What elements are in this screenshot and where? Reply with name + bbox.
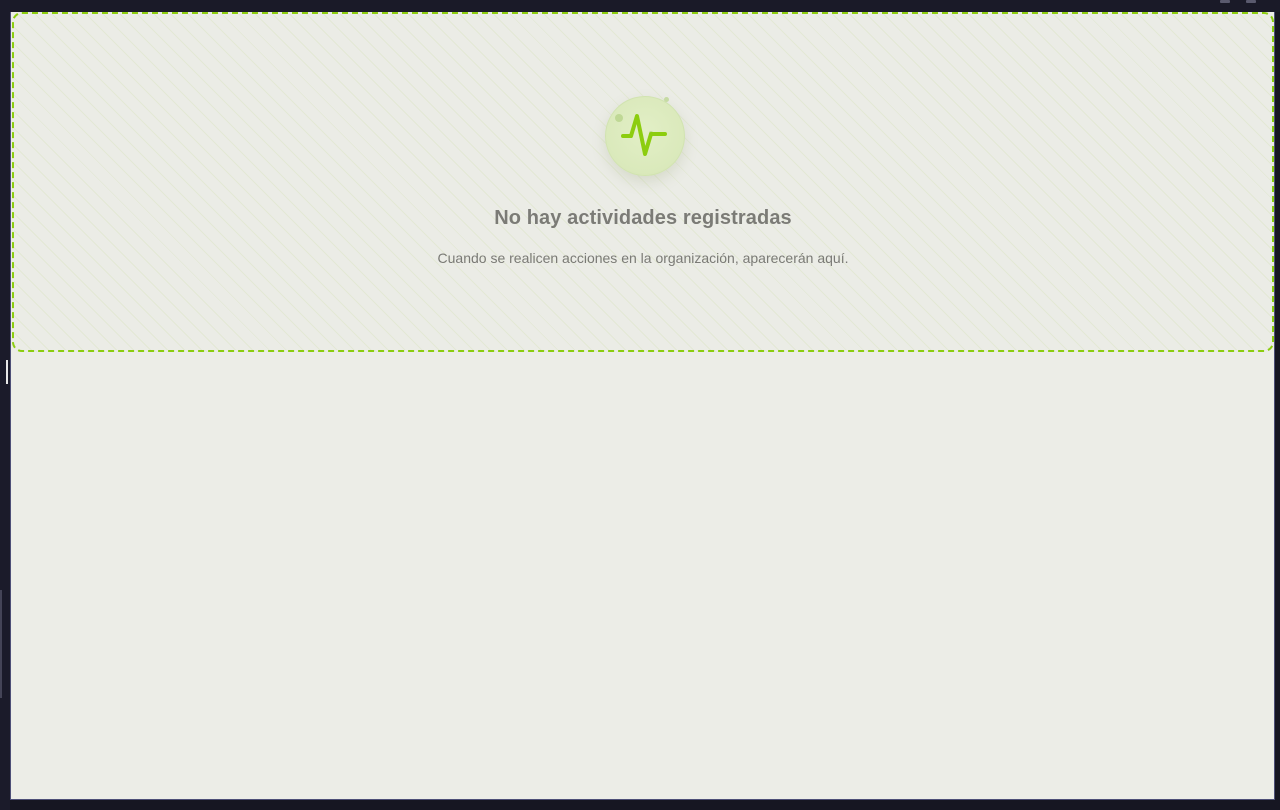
- activity-panel: No hay actividades registradas Cuando se…: [10, 12, 1275, 800]
- window-controls: [1202, 0, 1262, 4]
- empty-state-title: No hay actividades registradas: [494, 207, 792, 229]
- editor-gutter: [0, 0, 10, 810]
- text-cursor: [6, 360, 8, 384]
- window-top-bar: [0, 0, 1280, 12]
- scroll-marker[interactable]: [0, 590, 2, 698]
- activity-pulse-icon: [621, 114, 667, 156]
- activity-icon-badge: [605, 96, 685, 176]
- control-icon[interactable]: [1220, 0, 1230, 3]
- empty-state-message: Cuando se realicen acciones en la organi…: [437, 250, 849, 266]
- empty-state-card: No hay actividades registradas Cuando se…: [12, 12, 1274, 352]
- control-icon[interactable]: [1246, 0, 1256, 3]
- app-window: No hay actividades registradas Cuando se…: [0, 0, 1280, 810]
